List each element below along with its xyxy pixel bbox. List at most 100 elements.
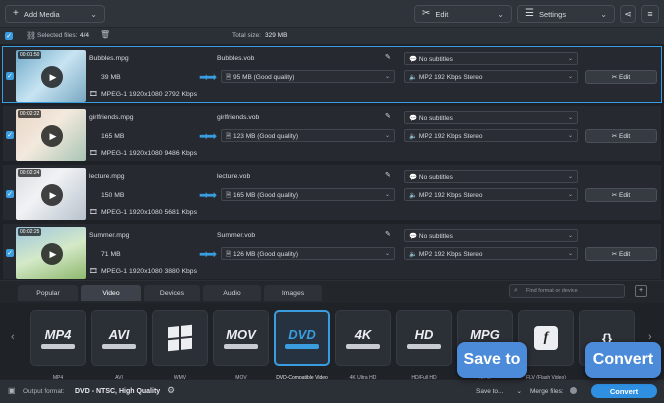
chevron-down-icon: ⌄ — [516, 388, 522, 395]
output-size-select[interactable]: 🗎 95 MB (Good quality) ⌄ — [221, 70, 395, 83]
duration-badge: 00:01:50 — [18, 51, 42, 59]
chevron-down-icon: ⌄ — [567, 251, 573, 257]
subtitles-select[interactable]: 💬 No subtitles ⌄ — [404, 170, 578, 183]
add-format-button[interactable]: + — [635, 285, 647, 297]
file-icon: 🗎 — [226, 192, 234, 199]
edit-file-label: Edit — [619, 250, 631, 258]
format-mov[interactable]: MOV MOV — [213, 310, 269, 381]
chevron-down-icon: ⌄ — [384, 133, 390, 139]
pencil-icon[interactable]: ✎ — [385, 53, 391, 61]
pencil-icon[interactable]: ✎ — [385, 112, 391, 120]
format-4k[interactable]: 4K 4K Ultra HD — [335, 310, 391, 381]
edit-file-button[interactable]: ✂ Edit — [585, 70, 657, 84]
video-thumbnail[interactable]: 00:02:24 ▶ — [16, 168, 86, 220]
format-mp4[interactable]: MP4 MP4 — [30, 310, 86, 381]
tab-video[interactable]: Video — [81, 285, 141, 301]
speaker-icon: 🔈 — [409, 192, 419, 199]
chevron-down-icon: ⌄ — [384, 192, 390, 198]
tab-popular[interactable]: Popular — [18, 285, 78, 301]
row-checkbox[interactable]: ✓ — [6, 72, 14, 80]
file-icon: 🗎 — [226, 133, 234, 140]
plus-icon: + — [13, 8, 19, 19]
add-media-button[interactable]: + Add Media ⌄ — [5, 5, 105, 23]
audio-select[interactable]: 🔈 MP2 192 Kbps Stereo ⌄ — [404, 70, 578, 83]
subtitles-select[interactable]: 💬 No subtitles ⌄ — [404, 52, 578, 65]
video-icon: 🎞 — [89, 209, 98, 216]
select-all-checkbox[interactable]: ✓ — [5, 32, 13, 40]
menu-button[interactable]: ≡ — [641, 5, 659, 23]
chevron-left-icon[interactable]: ‹ — [11, 331, 15, 343]
gear-icon[interactable]: ⚙ — [167, 385, 175, 396]
edit-file-button[interactable]: ✂ Edit — [585, 247, 657, 261]
file-row[interactable]: ✓ 00:02:24 ▶ lecture.mpg 150 MB 🎞 MPEG-1… — [2, 164, 662, 221]
file-row[interactable]: ✓ 00:02:25 ▶ Summer.mpg 71 MB 🎞 MPEG-1 1… — [2, 223, 662, 280]
video-thumbnail[interactable]: 00:01:50 ▶ — [16, 50, 86, 102]
audio-select[interactable]: 🔈 MP2 192 Kbps Stereo ⌄ — [404, 247, 578, 260]
tab-audio[interactable]: Audio — [203, 285, 261, 301]
play-icon[interactable]: ▶ — [41, 125, 63, 147]
format-search-input[interactable]: Find format or device — [509, 284, 625, 298]
output-filename: Summer.vob — [217, 232, 256, 239]
selected-files-value: 4/4 — [80, 32, 90, 39]
search-icon: ⌕ — [514, 287, 518, 294]
output-filename: girlfriends.vob — [217, 114, 260, 121]
mp4-logo: MP4 — [44, 327, 72, 342]
format-dvd[interactable]: DVD DVD-Compatible Video — [274, 310, 330, 381]
save-to-select[interactable]: Save to... ⌄ — [462, 385, 524, 398]
output-format-label: Output format: — [23, 388, 65, 395]
edit-file-button[interactable]: ✂ Edit — [585, 188, 657, 202]
4k-logo: 4K — [354, 327, 372, 342]
subtitles-icon: 💬 — [409, 233, 419, 240]
audio-select[interactable]: 🔈 MP2 192 Kbps Stereo ⌄ — [404, 188, 578, 201]
settings-sliders-icon: ☰ — [525, 8, 534, 19]
convert-arrow-icon: ➡➡ — [199, 70, 217, 84]
format-wmv[interactable]: WMV — [152, 310, 208, 381]
file-icon: 🗎 — [226, 251, 234, 258]
merge-files-toggle[interactable] — [570, 387, 577, 394]
convert-arrow-icon: ➡➡ — [199, 247, 217, 261]
edit-file-button[interactable]: ✂ Edit — [585, 129, 657, 143]
convert-tooltip: Convert — [585, 342, 661, 378]
file-row[interactable]: ✓ 00:01:50 ▶ Bubbles.mpg 39 MB 🎞 MPEG-1 … — [2, 46, 662, 103]
duration-badge: 00:02:22 — [18, 110, 42, 118]
output-format-value[interactable]: DVD - NTSC, High Quality — [75, 388, 160, 395]
share-button[interactable]: ⋖ — [620, 5, 636, 23]
row-checkbox[interactable]: ✓ — [6, 190, 14, 198]
output-size-select[interactable]: 🗎 123 MB (Good quality) ⌄ — [221, 129, 395, 142]
subtitles-select[interactable]: 💬 No subtitles ⌄ — [404, 111, 578, 124]
play-icon[interactable]: ▶ — [41, 66, 63, 88]
format-hd[interactable]: HD HD/Full HD — [396, 310, 452, 381]
share-icon: ⋖ — [624, 8, 632, 19]
mov-logo: MOV — [226, 327, 256, 342]
tab-devices[interactable]: Devices — [144, 285, 200, 301]
output-size-select[interactable]: 🗎 126 MB (Good quality) ⌄ — [221, 247, 395, 260]
output-size-select[interactable]: 🗎 165 MB (Good quality) ⌄ — [221, 188, 395, 201]
chevron-down-icon: ⌄ — [567, 74, 573, 80]
play-icon[interactable]: ▶ — [41, 243, 63, 265]
pencil-icon[interactable]: ✎ — [385, 230, 391, 238]
output-size-value: 123 MB (Good quality) — [233, 133, 299, 140]
edit-button[interactable]: ✂ Edit ⌄ — [414, 5, 512, 23]
audio-select[interactable]: 🔈 MP2 192 Kbps Stereo ⌄ — [404, 129, 578, 142]
top-toolbar: + Add Media ⌄ ✂ Edit ⌄ ☰ Settings ⌄ ⋖ ≡ — [0, 0, 664, 28]
row-checkbox[interactable]: ✓ — [6, 131, 14, 139]
convert-arrow-icon: ➡➡ — [199, 188, 217, 202]
tab-images[interactable]: Images — [264, 285, 322, 301]
save-to-tooltip: Save to — [457, 342, 527, 378]
chevron-down-icon: ⌄ — [567, 115, 573, 121]
settings-button[interactable]: ☰ Settings ⌄ — [517, 5, 615, 23]
file-row[interactable]: ✓ 00:02:22 ▶ girlfriends.mpg 165 MB 🎞 MP… — [2, 105, 662, 162]
format-avi[interactable]: AVI AVI — [91, 310, 147, 381]
video-thumbnail[interactable]: 00:02:25 ▶ — [16, 227, 86, 279]
speaker-icon: 🔈 — [409, 251, 419, 258]
subtitles-select[interactable]: 💬 No subtitles ⌄ — [404, 229, 578, 242]
pencil-icon[interactable]: ✎ — [385, 171, 391, 179]
row-checkbox[interactable]: ✓ — [6, 249, 14, 257]
chevron-down-icon: ⌄ — [90, 9, 97, 19]
play-icon[interactable]: ▶ — [41, 184, 63, 206]
avi-logo: AVI — [108, 327, 130, 342]
merge-files-label: Merge files: — [530, 388, 564, 395]
convert-button[interactable]: Convert — [591, 384, 657, 398]
delete-icon[interactable]: 🗑 — [100, 30, 110, 39]
video-thumbnail[interactable]: 00:02:22 ▶ — [16, 109, 86, 161]
